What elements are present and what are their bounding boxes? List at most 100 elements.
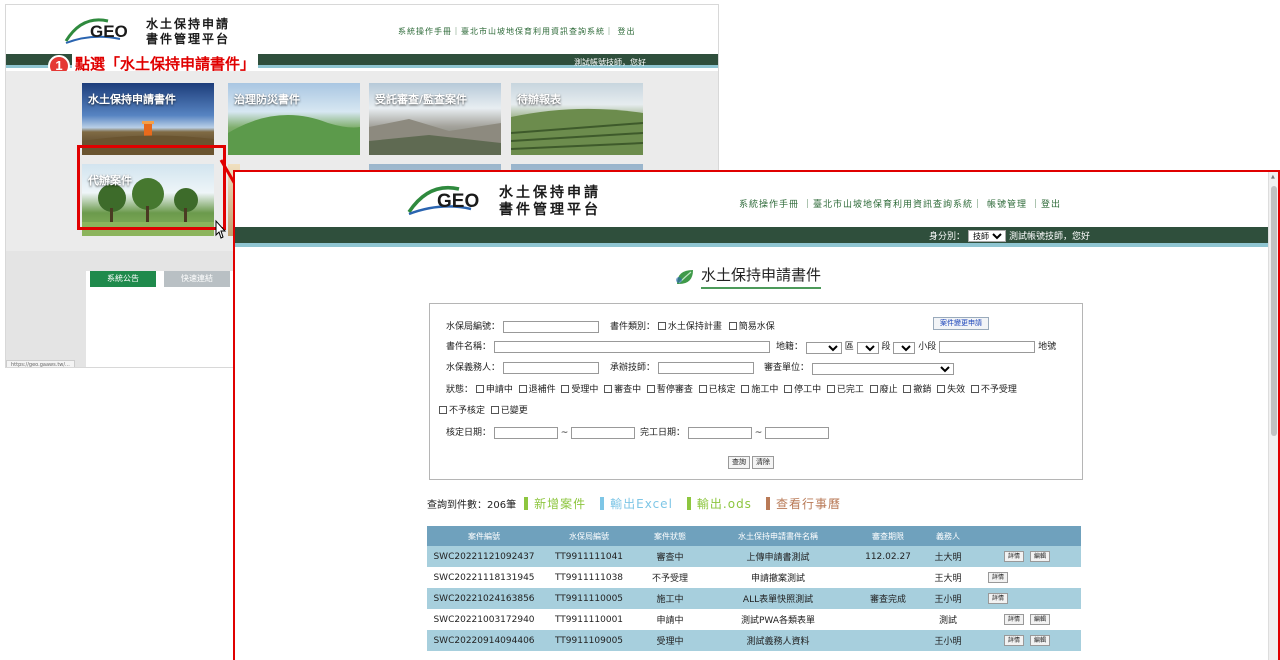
status-option: 停工中 <box>794 385 822 395</box>
status-option: 暫停審查 <box>656 385 693 395</box>
identity-select[interactable]: 技師 <box>968 229 1007 242</box>
new-case-button[interactable]: 新增案件 <box>524 495 586 512</box>
cell-obligor: 土大明 <box>923 546 973 567</box>
status-group: 狀態： 申請中 退補件 受理中 審查中 暫停審查 已核定 施工中 停工中 已完工… <box>446 382 1017 395</box>
review-unit-select[interactable] <box>811 362 954 375</box>
query-button[interactable]: 查詢 <box>728 456 750 469</box>
lot-number-input[interactable] <box>939 340 1036 353</box>
view-calendar-button[interactable]: 查看行事曆 <box>765 495 841 512</box>
cell-bureau-no: TT9911111038 <box>541 567 637 588</box>
bureau-no-group: 水保局編號： <box>446 319 599 333</box>
front-logo[interactable]: GEO 水土保持申請 書件管理平台 <box>407 180 617 218</box>
status-option: 已完工 <box>836 385 864 395</box>
status-label: 狀態： <box>446 385 474 395</box>
status-option: 申請中 <box>485 385 513 395</box>
status-option: 已變更 <box>500 406 528 416</box>
engineer-label: 承辦技師： <box>610 363 656 373</box>
back-logo[interactable]: GEO 水土保持申請 書件管理平台 <box>62 13 252 47</box>
detail-button[interactable]: 詳情 <box>1003 614 1024 625</box>
scroll-up-icon[interactable]: ▲ <box>1271 174 1275 180</box>
status-checkbox[interactable] <box>604 385 613 393</box>
doc-type-option-label: 水土保持計畫 <box>667 322 722 332</box>
export-excel-label: 輸出Excel <box>610 497 673 511</box>
edit-button[interactable]: 編輯 <box>1030 614 1051 625</box>
table-row[interactable]: SWC20221024163856 TT9911110005 施工中 ALL表單… <box>427 588 1081 609</box>
edit-button[interactable]: 編輯 <box>1030 635 1051 646</box>
status-checkbox[interactable] <box>490 406 499 414</box>
complete-date-group: 完工日期： ~ <box>640 425 830 439</box>
doc-type-checkbox[interactable] <box>657 322 666 330</box>
status-checkbox[interactable] <box>970 385 979 393</box>
status-checkbox[interactable] <box>646 385 655 393</box>
status-checkbox[interactable] <box>741 385 750 393</box>
status-checkbox[interactable] <box>784 385 793 393</box>
scrollbar-thumb[interactable] <box>1271 186 1277 436</box>
table-row[interactable]: SWC20221003172940 TT9911110001 申請中 測試PWA… <box>427 609 1081 630</box>
status-checkbox[interactable] <box>475 385 484 393</box>
table-row[interactable]: SWC20220914094406 TT9911109005 受理中 測試義務人… <box>427 630 1081 651</box>
cell-status: 受理中 <box>637 630 703 651</box>
tab-quick-links[interactable]: 快速連結 <box>164 271 230 287</box>
export-ods-button[interactable]: 輸出.ods <box>686 495 752 512</box>
edit-button[interactable]: 編輯 <box>1030 551 1051 562</box>
approve-date-end[interactable] <box>571 426 636 439</box>
link-manual[interactable]: 系統操作手冊 <box>739 200 799 210</box>
identity-label: 身分別： <box>929 232 966 242</box>
status-checkbox[interactable] <box>518 385 527 393</box>
vertical-scrollbar[interactable]: ▲ <box>1268 172 1278 660</box>
cell-obligor: 王小明 <box>923 630 973 651</box>
status-checkbox[interactable] <box>561 385 570 393</box>
subsection-select[interactable] <box>893 341 916 354</box>
district-select[interactable] <box>805 341 842 354</box>
tab-system-notice[interactable]: 系統公告 <box>90 271 156 287</box>
cell-deadline <box>853 567 923 588</box>
cell-doc-name: 測試義務人資料 <box>703 630 853 651</box>
tile-label: 受託審查/監查案件 <box>375 93 468 106</box>
status-checkbox[interactable] <box>439 406 447 414</box>
obligor-group: 水保義務人： <box>446 360 599 374</box>
clear-button[interactable]: 清除 <box>752 456 774 469</box>
doc-name-input[interactable] <box>493 340 770 353</box>
bureau-no-input[interactable] <box>502 320 599 333</box>
approve-date-start[interactable] <box>493 426 558 439</box>
section-select[interactable] <box>856 341 879 354</box>
status-checkbox[interactable] <box>903 385 912 393</box>
status-checkbox[interactable] <box>698 385 707 393</box>
back-top-links[interactable]: 系統操作手冊｜臺北市山坡地保育利用資訊查詢系統｜ 登出 <box>398 26 636 37</box>
tile-pending-reports[interactable]: 待辦報表 <box>511 83 643 155</box>
complete-date-start[interactable] <box>687 426 752 439</box>
export-excel-button[interactable]: 輸出Excel <box>600 495 673 512</box>
link-logout[interactable]: ｜登出 <box>1031 200 1061 210</box>
tile-disaster-prevention[interactable]: 治理防災書件 <box>228 83 360 155</box>
detail-button[interactable]: 詳情 <box>988 593 1009 604</box>
cell-case-no: SWC20221121092437 <box>427 546 541 567</box>
status-option: 不予受理 <box>980 385 1017 395</box>
status-checkbox[interactable] <box>826 385 835 393</box>
status-checkbox[interactable] <box>869 385 878 393</box>
identity-area: 身分別： 技師 測試帳號技師，您好 <box>929 229 1090 242</box>
cell-bureau-no: TT9911110001 <box>541 609 637 630</box>
link-taipei-slope-system[interactable]: ｜臺北市山坡地保育利用資訊查詢系統｜ <box>803 200 983 210</box>
tile-commissioned-review[interactable]: 受託審查/監查案件 <box>369 83 501 155</box>
cell-case-no: SWC20220914094406 <box>427 630 541 651</box>
detail-button[interactable]: 詳情 <box>1003 635 1024 646</box>
doc-type-checkbox[interactable] <box>728 322 737 330</box>
doc-type-option-label: 簡易水保 <box>738 322 775 332</box>
status-checkbox[interactable] <box>937 385 946 393</box>
table-header-row: 案件編號 水保局編號 案件狀態 水土保持申請書件名稱 審查期限 義務人 <box>427 526 1081 546</box>
case-change-button[interactable]: 案件變更申請 <box>933 317 989 330</box>
complete-date-end[interactable] <box>765 426 830 439</box>
col-status: 案件狀態 <box>637 526 703 546</box>
link-account-management[interactable]: 帳號管理 <box>987 200 1027 210</box>
detail-button[interactable]: 詳情 <box>988 572 1009 583</box>
table-row[interactable]: SWC20221121092437 TT9911111041 審查中 上傳申請書… <box>427 546 1081 567</box>
doc-name-group: 書件名稱： <box>446 339 770 353</box>
col-case-no: 案件編號 <box>427 526 541 546</box>
status-option: 審查中 <box>614 385 642 395</box>
table-row[interactable]: SWC20221118131945 TT9911111038 不予受理 申請撤案… <box>427 567 1081 588</box>
obligor-input[interactable] <box>502 361 599 374</box>
detail-button[interactable]: 詳情 <box>1003 551 1024 562</box>
engineer-input[interactable] <box>657 361 754 374</box>
tile-label: 待辦報表 <box>517 93 561 106</box>
page-title: 水土保持申請書件 <box>675 264 822 289</box>
